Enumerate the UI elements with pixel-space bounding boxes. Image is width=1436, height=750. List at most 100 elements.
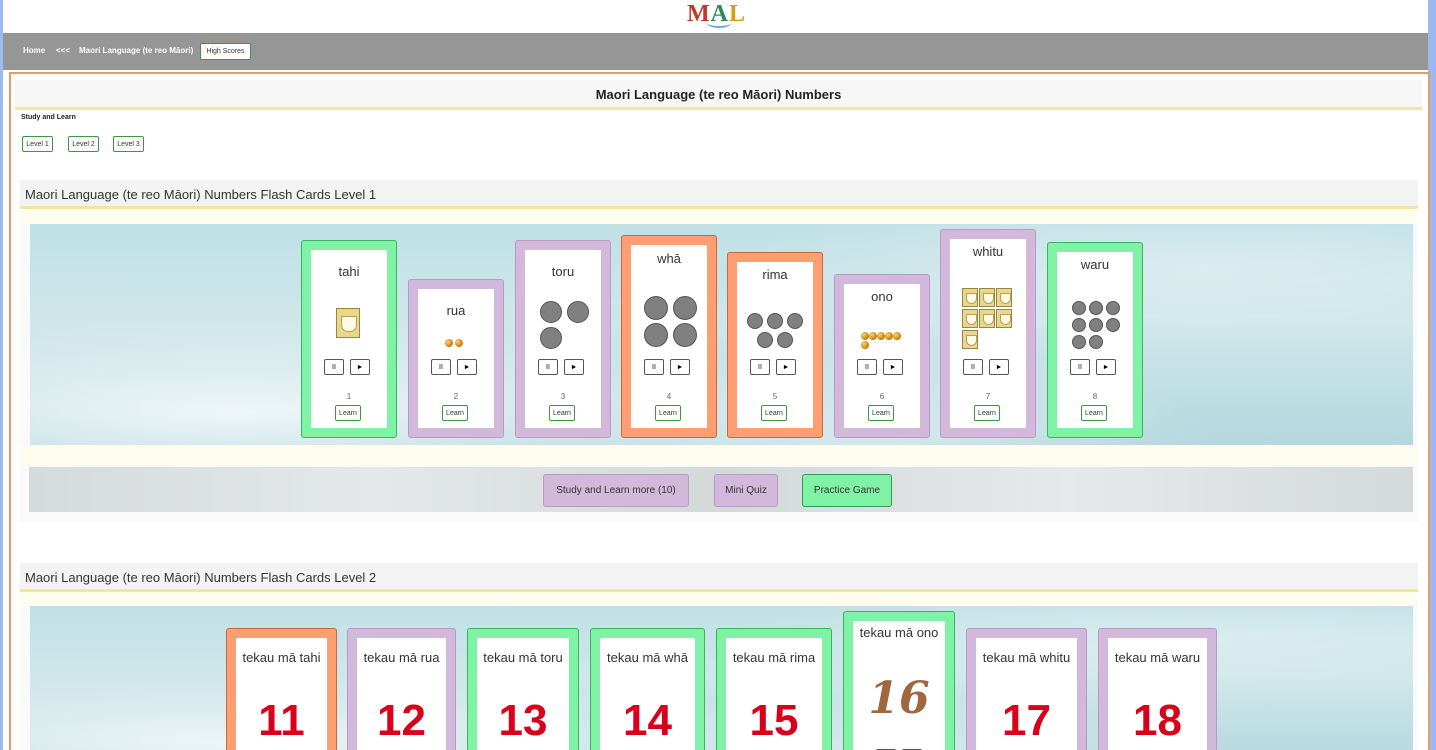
card-word: tekau mā rua: [363, 650, 440, 665]
card-word: rima: [762, 267, 788, 282]
flash-card-17[interactable]: tekau mā whitu 17 II ►: [966, 628, 1087, 750]
flash-card-wha[interactable]: whā II ► 4 Learn: [621, 235, 717, 438]
flash-card-11[interactable]: tekau mā tahi 11 II ►: [226, 628, 337, 750]
play-button[interactable]: ►: [457, 359, 477, 375]
card-word: tekau mā whā: [607, 650, 688, 665]
learn-button[interactable]: Learn: [974, 405, 1000, 421]
teacup-icon: [962, 330, 978, 349]
level-2-card-area: tekau mā tahi 11 II ► tekau mā rua 12 II…: [30, 606, 1413, 750]
high-scores-button[interactable]: High Scores: [200, 43, 251, 60]
card-number: 8: [1092, 392, 1098, 401]
card-big-number: 16: [868, 673, 930, 724]
card-number: 4: [666, 392, 672, 401]
flash-card-15[interactable]: tekau mā rima 15 II ►: [716, 628, 832, 750]
dot-icon: [757, 332, 773, 348]
card-word: toru: [551, 264, 575, 279]
dot-icon: [1072, 301, 1086, 315]
level-1-card-area: tahi II ► 1 Learn rua II ► 2 Learn toru …: [30, 224, 1413, 445]
play-button[interactable]: ►: [1096, 359, 1116, 375]
page-title-bar: Maori Language (te reo Māori) Numbers: [15, 80, 1422, 110]
card-big-number: 12: [377, 696, 426, 745]
learn-button[interactable]: Learn: [761, 405, 787, 421]
pause-button[interactable]: II: [1070, 359, 1090, 375]
level-2-header: Maori Language (te reo Māori) Numbers Fl…: [20, 563, 1418, 592]
flash-card-13[interactable]: tekau mā toru 13 II ►: [467, 628, 579, 750]
flash-card-whitu[interactable]: whitu II ► 7 Learn: [940, 229, 1036, 438]
teacup-icon: [979, 309, 995, 328]
dot-icon: [787, 313, 803, 329]
dot-icon: [861, 332, 869, 340]
teacup-icon: [962, 309, 978, 328]
level-2-button[interactable]: Level 2: [68, 136, 99, 152]
dot-icon: [1089, 301, 1103, 315]
play-button[interactable]: ►: [564, 359, 584, 375]
dot-icon: [455, 339, 463, 347]
play-button[interactable]: ►: [670, 359, 690, 375]
pause-button[interactable]: II: [750, 359, 770, 375]
flash-card-ono[interactable]: ono II ► 6 Learn: [834, 274, 930, 438]
dot-icon: [445, 339, 453, 347]
card-word: tekau mā tahi: [242, 650, 321, 665]
flash-card-rua[interactable]: rua II ► 2 Learn: [408, 279, 504, 438]
dot-icon: [644, 296, 668, 320]
flash-card-rima[interactable]: rima II ► 5 Learn: [727, 252, 823, 438]
flash-card-12[interactable]: tekau mā rua 12 II ►: [347, 628, 456, 750]
dot-icon: [747, 313, 763, 329]
nav-language-link[interactable]: Maori Language (te reo Māori): [79, 46, 193, 55]
learn-button[interactable]: Learn: [655, 405, 681, 421]
dot-icon: [540, 327, 562, 349]
learn-button[interactable]: Learn: [868, 405, 894, 421]
dot-icon: [893, 332, 901, 340]
flash-card-waru[interactable]: waru II ► 8 Learn: [1047, 242, 1143, 438]
pause-button[interactable]: II: [431, 359, 451, 375]
card-number: 5: [772, 392, 778, 401]
practice-game-button[interactable]: Practice Game: [802, 474, 892, 507]
study-more-button[interactable]: Study and Learn more (10): [543, 474, 689, 507]
dot-icon: [885, 332, 893, 340]
play-button[interactable]: ►: [883, 359, 903, 375]
learn-button[interactable]: Learn: [442, 405, 468, 421]
level-1-header: Maori Language (te reo Māori) Numbers Fl…: [20, 180, 1418, 209]
card-word: ono: [871, 289, 893, 304]
play-button[interactable]: ►: [350, 359, 370, 375]
card-word: tekau mā toru: [483, 650, 563, 665]
level-2-section: Maori Language (te reo Māori) Numbers Fl…: [20, 563, 1418, 750]
card-number: 2: [453, 392, 459, 401]
pause-button[interactable]: II: [644, 359, 664, 375]
level-1-button[interactable]: Level 1: [22, 136, 53, 152]
card-word: tahi: [338, 264, 360, 279]
card-big-number: 13: [498, 696, 548, 745]
card-number: 7: [985, 392, 991, 401]
dot-icon: [767, 313, 783, 329]
card-word: tekau mā rima: [732, 650, 816, 665]
dot-icon: [1106, 318, 1120, 332]
study-learn-label: Study and Learn: [21, 114, 76, 121]
learn-button[interactable]: Learn: [1081, 405, 1107, 421]
flash-card-toru[interactable]: toru II ► 3 Learn: [515, 240, 611, 438]
flash-card-tahi[interactable]: tahi II ► 1 Learn: [301, 240, 397, 438]
flash-card-16[interactable]: tekau mā ono 16 II ►: [843, 611, 955, 750]
nav-back-link[interactable]: <<<: [56, 46, 70, 55]
nav-home-link[interactable]: Home: [23, 46, 45, 55]
learn-button[interactable]: Learn: [549, 405, 575, 421]
learn-button[interactable]: Learn: [335, 405, 361, 421]
dot-icon: [1072, 318, 1086, 332]
logo-bar: MAL: [3, 0, 1428, 33]
pause-button[interactable]: II: [538, 359, 558, 375]
card-word: tekau mā ono: [859, 625, 939, 640]
level-3-button[interactable]: Level 3: [113, 136, 144, 152]
mini-quiz-button[interactable]: Mini Quiz: [714, 474, 778, 507]
play-button[interactable]: ►: [776, 359, 796, 375]
pause-button[interactable]: II: [857, 359, 877, 375]
level-2-title: Maori Language (te reo Māori) Numbers Fl…: [25, 570, 377, 585]
dot-icon: [1106, 301, 1120, 315]
flash-card-18[interactable]: tekau mā waru 18 II ►: [1098, 628, 1217, 750]
flash-card-14[interactable]: tekau mā whā 14 II ►: [590, 628, 705, 750]
level-2-strip: [20, 592, 1418, 606]
dot-icon: [1089, 335, 1103, 349]
card-word: tekau mā whitu: [982, 650, 1071, 665]
play-button[interactable]: ►: [989, 359, 1009, 375]
dot-icon: [877, 332, 885, 340]
pause-button[interactable]: II: [324, 359, 344, 375]
pause-button[interactable]: II: [963, 359, 983, 375]
